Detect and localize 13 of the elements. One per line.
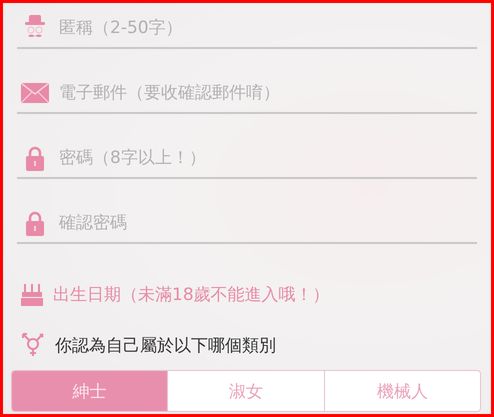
gender-question: 你認為自己屬於以下哪個類別 (55, 334, 276, 356)
input-field[interactable]: 確認密碼 (59, 210, 477, 236)
birthday-field[interactable]: 出生日期（未滿18歲不能進入哦！） (53, 282, 330, 306)
input-field[interactable]: 電子郵件（要收確認郵件唷） (59, 80, 477, 106)
cake-icon (21, 282, 43, 306)
segment-tab[interactable]: 機械人 (324, 371, 480, 411)
input-field[interactable]: 匿稱（2-50字） (59, 15, 477, 41)
gender-symbol-icon (21, 333, 45, 357)
segment-tab[interactable]: 紳士 (12, 371, 168, 411)
envelope-icon (21, 83, 49, 103)
padlock-icon (25, 210, 45, 236)
padlock-icon (25, 146, 45, 170)
input-field[interactable]: 密碼（8字以上！） (59, 145, 477, 171)
